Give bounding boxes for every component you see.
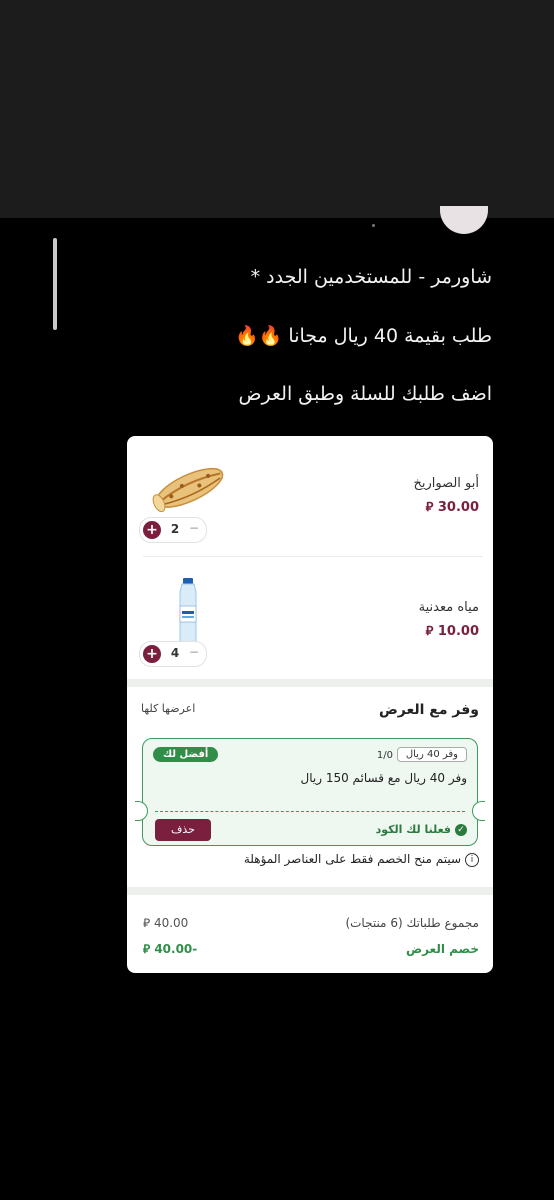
section-divider bbox=[127, 887, 493, 895]
show-all-link[interactable]: اعرضها كلها bbox=[141, 702, 195, 715]
cart-card: أبو الصواريخ 30.00 ⃁ + 2 − مياه معدنية 1 bbox=[127, 436, 493, 973]
caption-line-2: طلب بقيمة 40 ريال مجانا 🔥🔥 bbox=[235, 325, 492, 347]
info-icon: i bbox=[465, 852, 479, 867]
item-name: أبو الصواريخ bbox=[413, 476, 479, 491]
divider bbox=[143, 556, 483, 557]
coupon-description: وفر 40 ريال مع قسائم 150 ريال bbox=[300, 771, 468, 785]
best-for-you-badge: أفضل لك bbox=[153, 747, 219, 762]
plus-icon[interactable]: + bbox=[143, 521, 161, 539]
delete-button[interactable]: حذف bbox=[155, 819, 211, 841]
caption-line-1: شاورمر - للمستخدمين الجدد * bbox=[250, 266, 492, 288]
avatar[interactable] bbox=[440, 206, 488, 234]
total-value: 40.00 ⃁ bbox=[143, 916, 189, 930]
applied-label: فعلنا لك الكود bbox=[375, 823, 451, 836]
quantity-value: 2 bbox=[170, 522, 180, 536]
applied-status: ✓ فعلنا لك الكود bbox=[376, 823, 467, 836]
coupon-card[interactable]: أفضل لك وفر 40 ريال 1/0 وفر 40 ريال مع ق… bbox=[135, 738, 485, 846]
item-price: 10.00 ⃁ bbox=[425, 624, 479, 639]
minus-icon[interactable]: − bbox=[187, 645, 201, 659]
caption-line-3: اضف طلبك للسلة وطبق العرض bbox=[238, 383, 492, 405]
coupon-divider bbox=[155, 811, 465, 812]
scrollbar[interactable] bbox=[53, 238, 57, 330]
top-bar bbox=[0, 0, 554, 218]
water-bottle-image bbox=[179, 578, 197, 645]
plus-icon[interactable]: + bbox=[143, 645, 161, 663]
quantity-stepper[interactable]: + 4 − bbox=[139, 641, 207, 667]
total-label: مجموع طلباتك (6 منتجات) bbox=[345, 916, 479, 930]
coupon-notch bbox=[135, 801, 148, 821]
coupon-chip: وفر 40 ريال bbox=[396, 747, 467, 762]
shawarma-wrap-image bbox=[152, 467, 224, 513]
discount-label: خصم العرض bbox=[405, 942, 479, 956]
section-divider bbox=[127, 679, 493, 687]
item-name: مياه معدنية bbox=[418, 600, 479, 615]
dot-indicator bbox=[372, 224, 375, 227]
cart-item: مياه معدنية 10.00 ⃁ + 4 − bbox=[127, 560, 493, 680]
item-price: 30.00 ⃁ bbox=[425, 500, 479, 515]
note-text: سيتم منح الخصم فقط على العناصر المؤهلة bbox=[243, 852, 461, 866]
minus-icon[interactable]: − bbox=[187, 521, 201, 535]
quantity-value: 4 bbox=[170, 646, 180, 660]
cart-item: أبو الصواريخ 30.00 ⃁ + 2 − bbox=[127, 436, 493, 557]
coupon-notch bbox=[472, 801, 485, 821]
offers-title: وفر مع العرض bbox=[378, 702, 479, 718]
coupon-count: 1/0 bbox=[376, 750, 393, 761]
eligibility-note: i سيتم منح الخصم فقط على العناصر المؤهلة bbox=[244, 852, 479, 867]
quantity-stepper[interactable]: + 2 − bbox=[139, 517, 207, 543]
check-circle-icon: ✓ bbox=[455, 824, 467, 836]
discount-value: -40.00 ⃁ bbox=[143, 942, 198, 956]
